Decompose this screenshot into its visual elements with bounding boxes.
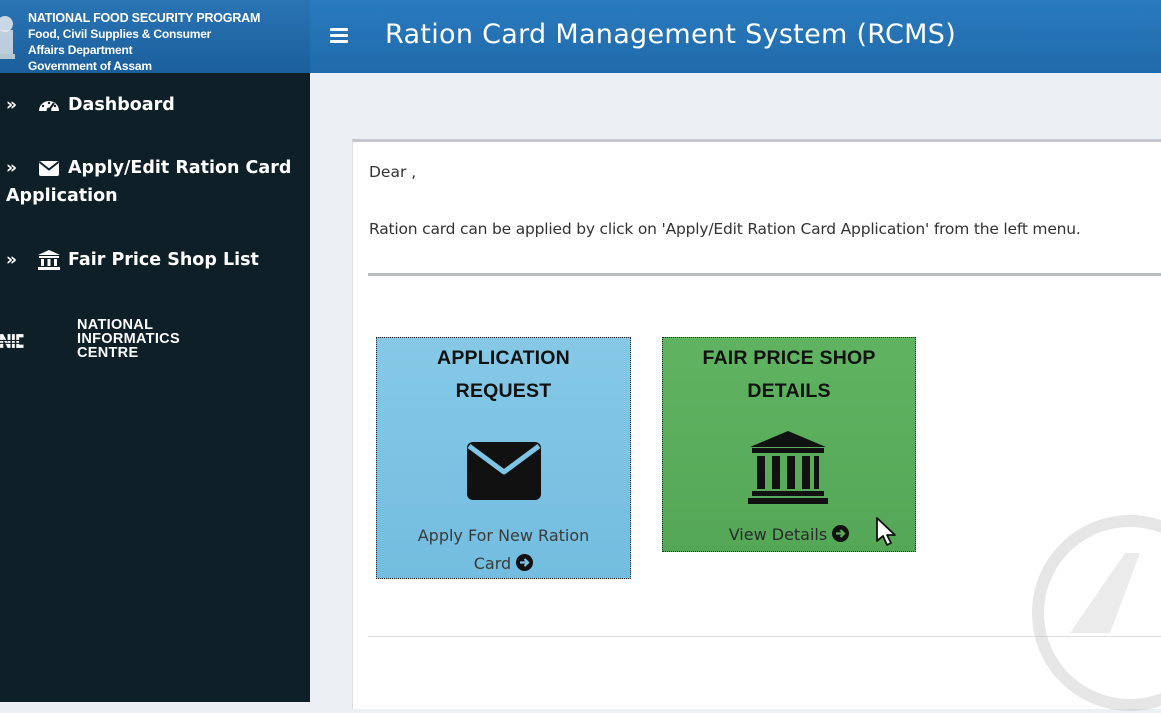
brand-line-4: Government of Assam <box>28 58 260 73</box>
envelope-icon <box>467 442 541 500</box>
tile-link-line-2-wrap: Card <box>377 550 630 578</box>
tile-title-line-2: DETAILS <box>663 375 915 408</box>
info-text: Ration card can be applied by click on '… <box>369 220 1081 238</box>
tile-title-line-1: APPLICATION <box>377 342 630 375</box>
sidebar-item-label-line2: Application <box>6 182 118 210</box>
envelope-icon <box>37 157 61 179</box>
nic-logo-text: NATIONAL INFORMATICS CENTRE <box>77 318 180 360</box>
state-emblem-icon <box>0 10 18 66</box>
sidebar-item-label: Dashboard <box>68 91 175 119</box>
dashboard-gauge-icon <box>37 94 61 116</box>
mouse-cursor-icon <box>876 517 896 547</box>
tile-title-line-2: REQUEST <box>377 375 630 408</box>
double-chevron-right-icon: » <box>6 154 17 182</box>
sidebar-item-label: Apply/Edit Ration Card <box>68 154 291 182</box>
sidebar: NATIONAL FOOD SECURITY PROGRAM Food, Civ… <box>0 0 310 702</box>
hamburger-icon[interactable] <box>330 26 350 44</box>
brand-line-1: NATIONAL FOOD SECURITY PROGRAM <box>28 10 260 26</box>
bank-building-icon <box>748 431 828 504</box>
brand-text: NATIONAL FOOD SECURITY PROGRAM Food, Civ… <box>28 10 260 73</box>
top-header: Ration Card Management System (RCMS) <box>310 0 1161 73</box>
nic-line-2: INFORMATICS <box>77 332 180 346</box>
tile-title-line-1: FAIR PRICE SHOP <box>663 342 915 375</box>
brand-line-3: Affairs Department <box>28 42 260 58</box>
sidebar-item-label: Fair Price Shop List <box>68 246 259 274</box>
page-title: Ration Card Management System (RCMS) <box>385 19 956 50</box>
brand-header[interactable]: NATIONAL FOOD SECURITY PROGRAM Food, Civ… <box>0 0 310 73</box>
divider <box>368 273 1161 276</box>
nic-line-3: CENTRE <box>77 346 180 360</box>
nic-line-1: NATIONAL <box>77 318 180 332</box>
tile-title: APPLICATION REQUEST <box>377 342 630 408</box>
tile-link-line-1: View Details <box>729 525 828 544</box>
brand-line-2: Food, Civil Supplies & Consumer <box>28 26 260 42</box>
nic-logo-icon <box>0 320 72 362</box>
apply-new-ration-card-link[interactable]: Apply For New Ration Card <box>377 522 630 578</box>
application-request-tile[interactable]: APPLICATION REQUEST Apply For New Ration… <box>376 337 631 579</box>
arrow-circle-right-icon <box>516 554 533 571</box>
tile-link-line-1: Apply For New Ration <box>377 522 630 550</box>
greeting-text: Dear , <box>369 163 416 181</box>
bank-building-icon <box>37 249 61 271</box>
double-chevron-right-icon: » <box>6 91 17 119</box>
divider <box>368 636 1161 637</box>
arrow-circle-right-icon <box>832 525 849 542</box>
double-chevron-right-icon: » <box>6 246 17 274</box>
tile-link-line-2: Card <box>474 554 511 573</box>
tile-title: FAIR PRICE SHOP DETAILS <box>663 342 915 408</box>
